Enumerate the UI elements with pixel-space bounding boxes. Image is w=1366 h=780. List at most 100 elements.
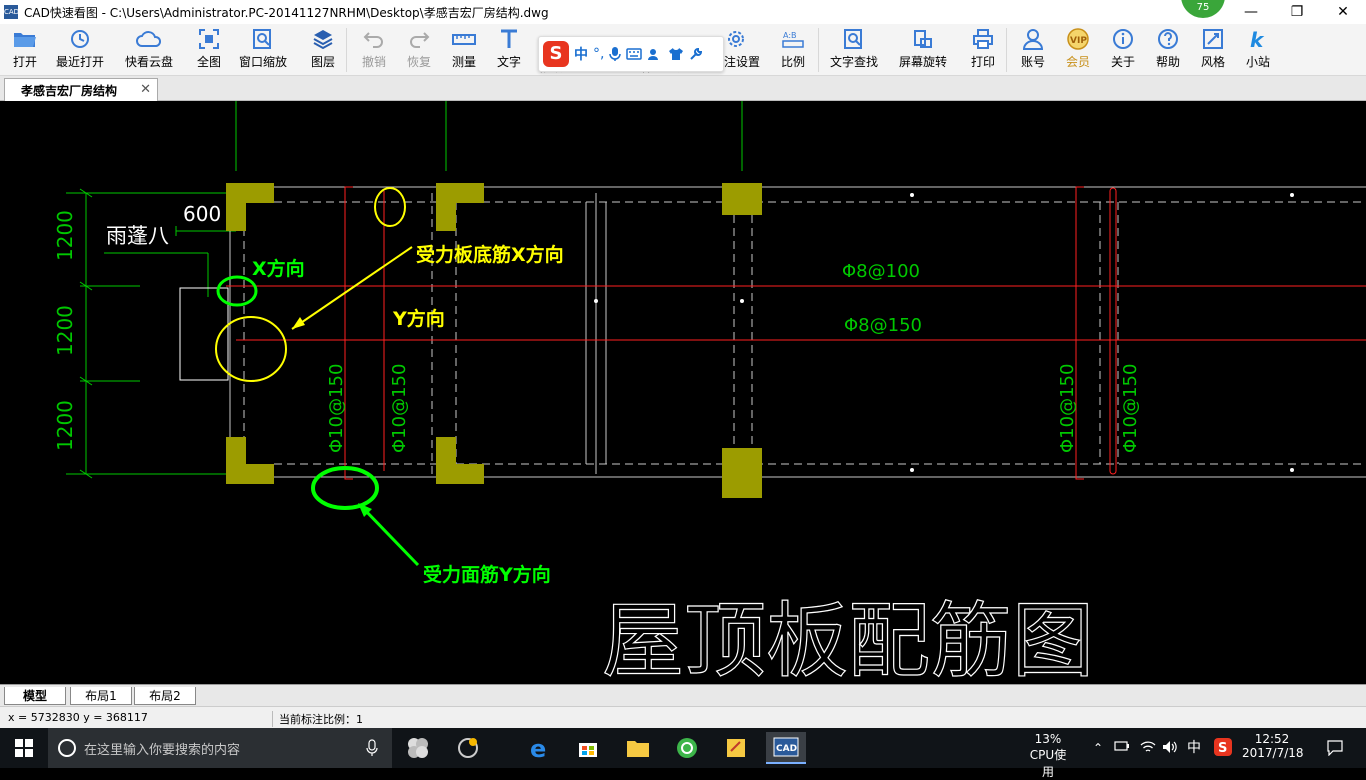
- windows-taskbar: 在这里输入你要搜索的内容 e CAD 13% CPU使用 ⌃ 中 S 12:52…: [0, 728, 1366, 779]
- cpu-usage[interactable]: 13% CPU使用: [1024, 728, 1072, 779]
- x-direction-label: X方向: [252, 257, 305, 280]
- dim-label-top: 1200: [53, 210, 77, 261]
- browser-360-icon[interactable]: [448, 732, 488, 764]
- layout-tab-bar: 模型 布局1 布局2: [0, 684, 1366, 706]
- notes-icon[interactable]: [716, 732, 756, 764]
- clock[interactable]: 12:52 2017/7/18: [1242, 728, 1304, 768]
- tab-model[interactable]: 模型: [4, 687, 66, 705]
- style-icon: [1198, 24, 1228, 54]
- notification-icon[interactable]: [1320, 728, 1350, 768]
- file-explorer-icon[interactable]: [618, 732, 658, 764]
- ruler-icon: [449, 24, 479, 54]
- undo-button[interactable]: 撤销: [359, 24, 389, 76]
- ime-indicator[interactable]: 中: [1184, 728, 1204, 768]
- ime-toolbar[interactable]: S 中 °,: [538, 36, 724, 72]
- layers-button[interactable]: 图层: [308, 24, 338, 76]
- rebar-x2-label: Φ8@150: [844, 315, 922, 336]
- canopy-label: 雨蓬八: [106, 224, 169, 248]
- windows-logo-icon: [15, 739, 33, 757]
- rotate-icon: [908, 24, 938, 54]
- cad-icon[interactable]: CAD: [766, 732, 806, 764]
- start-button[interactable]: [0, 728, 48, 768]
- bottom-bar-note: 受力板底筋X方向: [416, 243, 564, 266]
- measure-button[interactable]: 测量: [449, 24, 479, 76]
- search-placeholder: 在这里输入你要搜索的内容: [84, 742, 241, 758]
- wifi-icon[interactable]: [1138, 728, 1158, 768]
- redo-icon: [404, 24, 434, 54]
- maximize-button[interactable]: ❐: [1274, 0, 1320, 24]
- svg-text:S: S: [1218, 741, 1227, 756]
- title-bar: CAD CAD快速看图 - C:\Users\Administrator.PC-…: [0, 0, 1366, 24]
- user-icon: [1018, 24, 1048, 54]
- svg-text:A:B: A:B: [783, 31, 797, 40]
- open-button[interactable]: 打开: [10, 24, 40, 76]
- rebar-x1-label: Φ8@100: [842, 261, 920, 282]
- dim-label-middle: 1200: [53, 305, 77, 356]
- shirt-icon[interactable]: [668, 47, 684, 61]
- info-icon: [1108, 24, 1138, 54]
- tools-icon[interactable]: [689, 47, 703, 61]
- account-button[interactable]: 账号: [1018, 24, 1048, 76]
- drawing-canvas[interactable]: 1200 1200 1200 600 雨蓬八 Φ8@100 Φ8@150 Φ10…: [0, 101, 1366, 684]
- scale-button[interactable]: A:B 比例: [778, 24, 808, 76]
- volume-icon[interactable]: [1160, 728, 1180, 768]
- microphone-icon[interactable]: [366, 739, 378, 757]
- style-button[interactable]: 风格: [1198, 24, 1228, 76]
- document-tab[interactable]: 孝感吉宏厂房结构 ✕: [4, 78, 158, 101]
- minimize-button[interactable]: —: [1228, 0, 1274, 24]
- zoom-window-icon: [248, 24, 278, 54]
- close-tab-icon[interactable]: ✕: [140, 82, 151, 97]
- status-bar: x = 5732830 y = 368117 当前标注比例：1: [0, 706, 1366, 728]
- screen-rotate-button[interactable]: 屏幕旋转: [899, 24, 947, 76]
- clock-time: 12:52: [1254, 732, 1290, 746]
- settings-icon: [721, 24, 751, 54]
- dim-label-bottom: 1200: [53, 400, 77, 451]
- redo-button[interactable]: 恢复: [404, 24, 434, 76]
- sogou-logo-icon: S: [543, 41, 569, 67]
- ime-punct[interactable]: °,: [593, 46, 604, 62]
- about-button[interactable]: 关于: [1108, 24, 1138, 76]
- mic-icon[interactable]: [609, 46, 622, 62]
- store-icon[interactable]: [568, 732, 608, 764]
- zoom-window-button[interactable]: 窗口缩放: [239, 24, 287, 76]
- ime-mode[interactable]: 中: [574, 44, 588, 64]
- fit-all-button[interactable]: 全图: [194, 24, 224, 76]
- cortana-icon: [58, 739, 76, 757]
- print-button[interactable]: 打印: [968, 24, 998, 76]
- vip-icon: VIP: [1063, 24, 1093, 54]
- text-button[interactable]: 文字: [494, 24, 524, 76]
- text-search-button[interactable]: 文字查找: [830, 24, 878, 76]
- fan-app-icon[interactable]: [398, 732, 438, 764]
- recent-open-button[interactable]: 最近打开: [56, 24, 104, 76]
- window-title: CAD快速看图 - C:\Users\Administrator.PC-2014…: [24, 5, 549, 20]
- close-button[interactable]: ✕: [1320, 0, 1366, 24]
- dim-label-600: 600: [183, 202, 221, 226]
- toolbar-separator: [346, 28, 347, 72]
- top-bar-note: 受力面筋Y方向: [423, 563, 551, 586]
- drawing-title: 屋顶板配筋图: [602, 594, 1094, 684]
- vip-button[interactable]: VIP 会员: [1063, 24, 1093, 76]
- folder-open-icon: [10, 24, 40, 54]
- taskbar-search[interactable]: 在这里输入你要搜索的内容: [48, 728, 392, 768]
- site-button[interactable]: k 小站: [1243, 24, 1273, 76]
- text-icon: [494, 24, 524, 54]
- help-icon: [1153, 24, 1183, 54]
- tab-layout2[interactable]: 布局2: [134, 687, 196, 705]
- toolbar-separator: [1006, 28, 1007, 72]
- sogou-tray-icon[interactable]: S: [1212, 728, 1234, 768]
- battery-icon[interactable]: [1112, 728, 1132, 768]
- scale-icon: A:B: [778, 24, 808, 54]
- help-button[interactable]: 帮助: [1153, 24, 1183, 76]
- chevron-up-icon[interactable]: ⌃: [1090, 728, 1106, 768]
- rebar-y-label-1: Φ10@150: [326, 364, 347, 453]
- green-browser-icon[interactable]: [667, 732, 707, 764]
- history-icon: [65, 24, 95, 54]
- cloud-drive-button[interactable]: 快看云盘: [125, 24, 173, 76]
- clock-date: 2017/7/18: [1242, 746, 1304, 760]
- keyboard-icon[interactable]: [626, 48, 643, 60]
- rebar-y-label-4: Φ10@150: [1120, 364, 1141, 453]
- cpu-label: CPU使用: [1029, 748, 1067, 779]
- tab-layout1[interactable]: 布局1: [70, 687, 132, 705]
- skin-icon[interactable]: [647, 47, 663, 61]
- edge-icon[interactable]: e: [520, 732, 560, 764]
